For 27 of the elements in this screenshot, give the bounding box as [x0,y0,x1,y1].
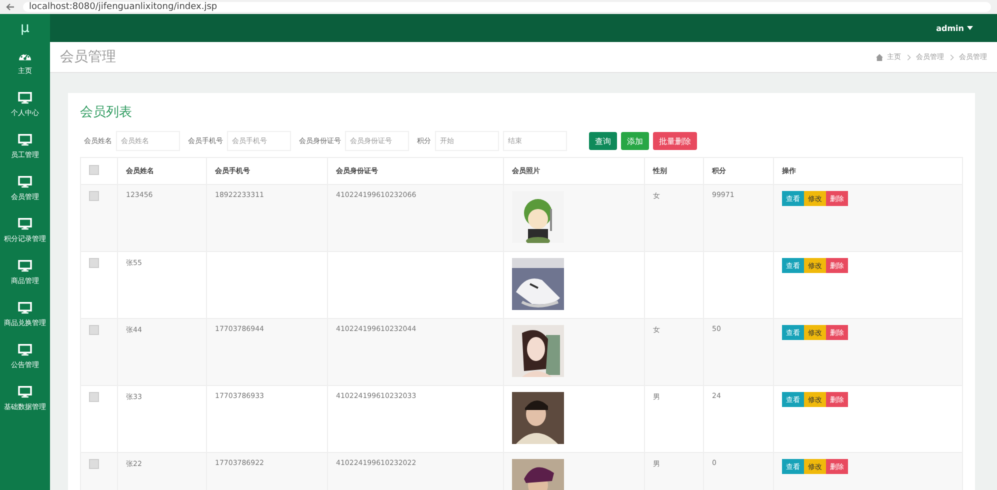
search-button[interactable]: 查询 [589,132,617,150]
checkbox[interactable] [89,258,99,268]
add-button[interactable]: 添加 [621,132,649,150]
monitor-icon [18,218,32,230]
page-title: 会员管理 [60,48,116,66]
monitor-icon [18,344,32,356]
monitor-icon [18,260,32,272]
address-bar[interactable]: localhost:8080/jifenguanlixitong/index.jsp [23,2,991,12]
monitor-icon [18,386,32,398]
monitor-icon [18,302,32,314]
logo: μ [20,19,30,38]
checkbox[interactable] [89,165,99,175]
chevron-icon [948,54,955,60]
back-icon[interactable] [6,3,15,11]
monitor-icon [18,92,32,104]
checkbox[interactable] [89,392,99,402]
checkbox[interactable] [89,459,99,469]
checkbox[interactable] [89,191,99,201]
delete-button[interactable]: 批量删除 [653,132,697,150]
card-title: 会员列表 [80,104,133,122]
chevron-icon [905,54,912,60]
home-icon [876,54,883,60]
monitor-icon [18,176,32,188]
monitor-icon [18,134,32,146]
caret-icon [967,26,973,30]
user-menu[interactable]: admin [930,22,979,34]
checkbox[interactable] [89,325,99,335]
